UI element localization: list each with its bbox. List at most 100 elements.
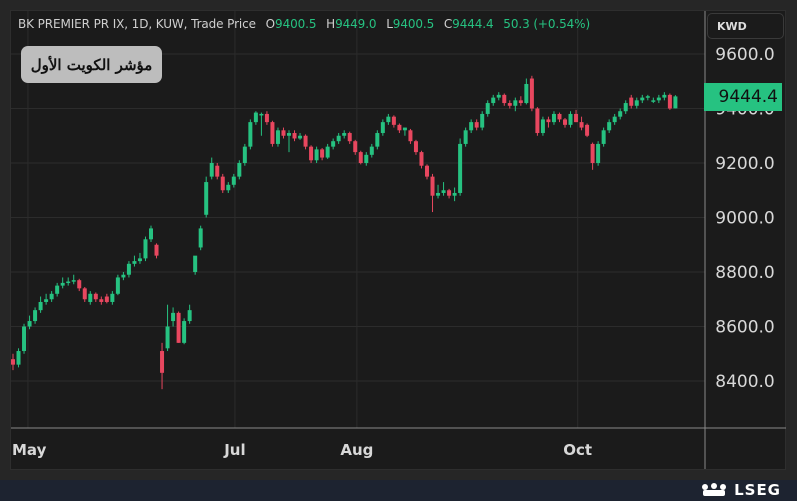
candle-up: [645, 94, 650, 101]
candle-up: [242, 143, 247, 166]
candle-body: [176, 312, 181, 343]
candle-up: [204, 176, 209, 218]
candle-body: [11, 359, 15, 365]
candle-up: [369, 143, 374, 158]
candle-down: [413, 139, 418, 155]
candle-down: [419, 150, 424, 169]
candle-down: [154, 243, 159, 259]
candle-down: [408, 128, 413, 144]
candle-up: [375, 130, 380, 150]
candle-body: [585, 124, 590, 136]
candle-body: [579, 122, 584, 128]
candle-body: [640, 97, 645, 101]
candle-up: [226, 182, 231, 193]
candle-body: [33, 310, 38, 322]
candle-up: [634, 97, 639, 109]
candle-up: [71, 274, 76, 285]
candle-body: [540, 119, 545, 134]
low-value: 9400.5: [392, 17, 435, 31]
candle-up: [364, 152, 369, 166]
candle-body: [49, 293, 54, 300]
candle-up: [143, 236, 148, 262]
candle-body: [231, 176, 236, 185]
candle-up: [88, 291, 93, 305]
candle-body: [314, 149, 319, 161]
high-key: H: [326, 17, 336, 31]
candle-body: [358, 152, 363, 163]
candle-body: [342, 133, 347, 136]
candle-up: [132, 255, 137, 267]
last-price-tag: 9444.4: [704, 83, 782, 111]
candle-body: [347, 133, 352, 142]
index-name-badge: مؤشر الكويت الأول: [21, 46, 162, 83]
candle-body: [485, 103, 490, 114]
candle-body: [77, 280, 82, 289]
candle-body: [215, 165, 220, 177]
candle-body: [524, 83, 529, 104]
candle-body: [618, 111, 623, 117]
candle-body: [596, 143, 601, 163]
symbol-label: BK PREMIER PR IX, 1D, KUW, Trade Price: [18, 17, 256, 31]
candle-up: [259, 112, 264, 136]
candle-body: [193, 255, 198, 272]
candle-down: [557, 112, 562, 123]
candle-down: [563, 118, 567, 128]
candle-body: [634, 100, 639, 106]
candle-body: [502, 94, 507, 104]
candle-body: [391, 116, 396, 125]
candle-up: [441, 182, 446, 196]
candle-up: [342, 130, 347, 139]
candle-down: [518, 96, 523, 106]
candle-down: [93, 292, 98, 302]
candle-body: [436, 192, 441, 196]
candle-body: [380, 122, 385, 134]
candle-up: [198, 225, 203, 251]
candle-body: [303, 135, 308, 147]
candle-up: [253, 111, 258, 125]
candle-body: [336, 135, 341, 142]
candle-up: [209, 157, 214, 180]
candle-down: [270, 120, 275, 147]
candle-up: [110, 291, 115, 305]
candle-body: [667, 94, 672, 109]
candle-up: [551, 111, 556, 125]
currency-button[interactable]: KWD: [707, 13, 784, 39]
candle-up: [458, 138, 463, 196]
candle-body: [656, 97, 661, 101]
candle-body: [353, 141, 358, 153]
candle-up: [480, 111, 485, 131]
candle-body: [93, 293, 98, 300]
candle-down: [535, 107, 540, 136]
candle-up: [60, 277, 65, 289]
candle-body: [651, 100, 656, 102]
candle-down: [215, 163, 220, 180]
lseg-emblem-icon: [702, 483, 727, 496]
candle-body: [60, 282, 65, 286]
candle-up: [452, 187, 457, 202]
candle-body: [480, 113, 485, 128]
candle-body: [248, 122, 253, 147]
candle-body: [574, 113, 579, 123]
candle-down: [507, 100, 512, 109]
candle-down: [430, 173, 435, 213]
candle-body: [447, 190, 452, 196]
candle-body: [645, 96, 650, 98]
candle-up: [182, 318, 187, 345]
candle-up: [568, 111, 573, 128]
candle-body: [154, 244, 159, 256]
candle-body: [331, 141, 336, 147]
candle-body: [132, 261, 137, 264]
candle-body: [187, 310, 192, 322]
open-value: 9400.5: [275, 17, 317, 31]
candle-up: [673, 95, 678, 109]
close-value: 9444.4: [452, 17, 494, 31]
candle-up: [436, 184, 441, 199]
candle-body: [104, 296, 109, 302]
candle-body: [402, 127, 407, 131]
candle-down: [667, 93, 672, 110]
candle-body: [458, 143, 463, 193]
candle-up: [386, 113, 391, 125]
candle-up: [248, 119, 253, 150]
candle-down: [529, 75, 534, 112]
candle-body: [413, 141, 418, 153]
